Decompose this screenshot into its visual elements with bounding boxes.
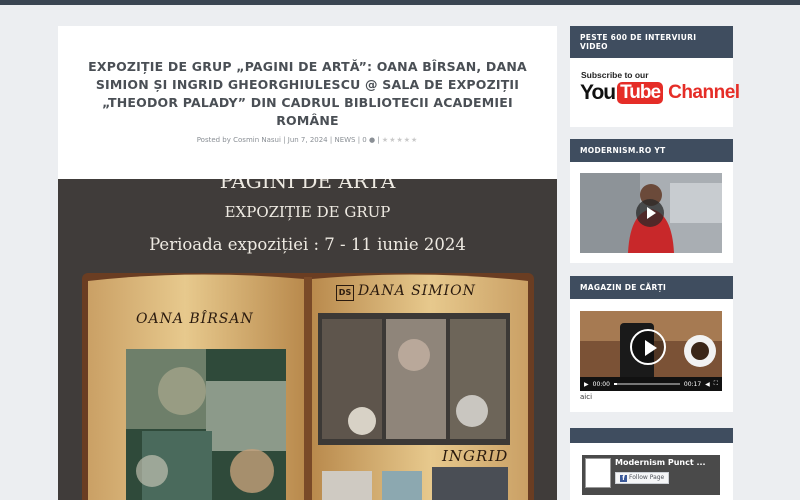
author-link[interactable]: Cosmin Nasui: [233, 136, 281, 144]
right-page-logo: DS: [336, 285, 354, 301]
page-name[interactable]: Modernism Punct ...: [615, 458, 706, 467]
play-button[interactable]: [630, 329, 666, 365]
widget-youtube-subscribe: PESTE 600 DE INTERVIURI VIDEO Subscribe …: [570, 26, 740, 127]
widget-magazin-carti: MAGAZIN DE CĂRȚI ▶ 00:00 00:17 ◀ ⛶ aici: [570, 276, 733, 412]
post-meta: Posted by Cosmin Nasui | Jun 7, 2024 | N…: [196, 136, 419, 144]
youtube-channel: Channel: [668, 82, 740, 103]
top-nav-bar: [0, 0, 800, 5]
comment-icon: ●: [369, 136, 376, 144]
follow-page-button[interactable]: f Follow Page: [615, 472, 670, 484]
rating-stars: ★★★★★: [381, 136, 419, 144]
hero-subtitle: EXPOZIȚIE DE GRUP: [224, 203, 391, 221]
follow-label: Follow Page: [629, 474, 665, 481]
youtube-tube: Tube: [617, 82, 664, 104]
post-card: EXPOZIȚIE DE GRUP „PAGINI DE ARTĂ”: OANA…: [58, 26, 557, 500]
widget-title: PESTE 600 DE INTERVIURI VIDEO: [570, 26, 733, 58]
post-date: Jun 7, 2024: [287, 136, 328, 144]
right-page-name: DANA SIMION: [358, 283, 476, 299]
subscribe-text: Subscribe to our: [581, 70, 649, 80]
video-thumbnail[interactable]: [580, 173, 722, 253]
bottom-name: INGRID: [442, 447, 509, 465]
facebook-page-plugin[interactable]: Modernism Punct ... f Follow Page: [582, 455, 720, 495]
category-link[interactable]: NEWS: [334, 136, 355, 144]
volume-icon[interactable]: ◀: [705, 381, 710, 388]
play-icon[interactable]: ▶: [584, 381, 589, 388]
post-title[interactable]: EXPOZIȚIE DE GRUP „PAGINI DE ARTĂ”: OANA…: [78, 58, 537, 130]
time-start: 00:00: [592, 380, 610, 388]
widget-title: MODERNISM.RO YT: [570, 139, 733, 162]
right-collage: [318, 313, 510, 500]
widget-facebook: Modernism Punct ... f Follow Page: [570, 428, 733, 500]
widget-caption: aici: [580, 393, 593, 401]
widget-title-empty: [570, 428, 733, 443]
widget-modernism-yt: MODERNISM.RO YT: [570, 139, 733, 263]
meta-prefix: Posted by: [196, 136, 231, 144]
youtube-you: You: [580, 81, 616, 104]
open-book-artwork: [82, 273, 534, 500]
hero-title: PAGINI DE ARTĂ: [219, 179, 396, 193]
comments-link[interactable]: 0 ●: [362, 136, 375, 144]
left-page-name: OANA BÎRSAN: [136, 311, 254, 327]
play-icon: [647, 207, 656, 219]
left-collage: [126, 349, 286, 500]
comment-count: 0: [362, 136, 367, 144]
video-controls: ▶ 00:00 00:17 ◀ ⛶: [580, 377, 722, 391]
youtube-channel-banner[interactable]: Subscribe to our You Tube Channel: [580, 70, 740, 105]
play-button[interactable]: [636, 199, 664, 227]
hero-period: Perioada expoziției : 7 - 11 iunie 2024: [149, 235, 466, 254]
seek-bar[interactable]: [613, 383, 680, 385]
video-player[interactable]: ▶ 00:00 00:17 ◀ ⛶: [580, 311, 722, 391]
fullscreen-icon[interactable]: ⛶: [714, 380, 718, 388]
play-icon: [645, 340, 657, 356]
featured-image[interactable]: PAGINI DE ARTĂ EXPOZIȚIE DE GRUP Perioad…: [58, 179, 557, 500]
page-avatar: [585, 458, 611, 488]
widget-title: MAGAZIN DE CĂRȚI: [570, 276, 733, 299]
time-end: 00:17: [683, 380, 702, 388]
facebook-icon: f: [620, 474, 627, 482]
